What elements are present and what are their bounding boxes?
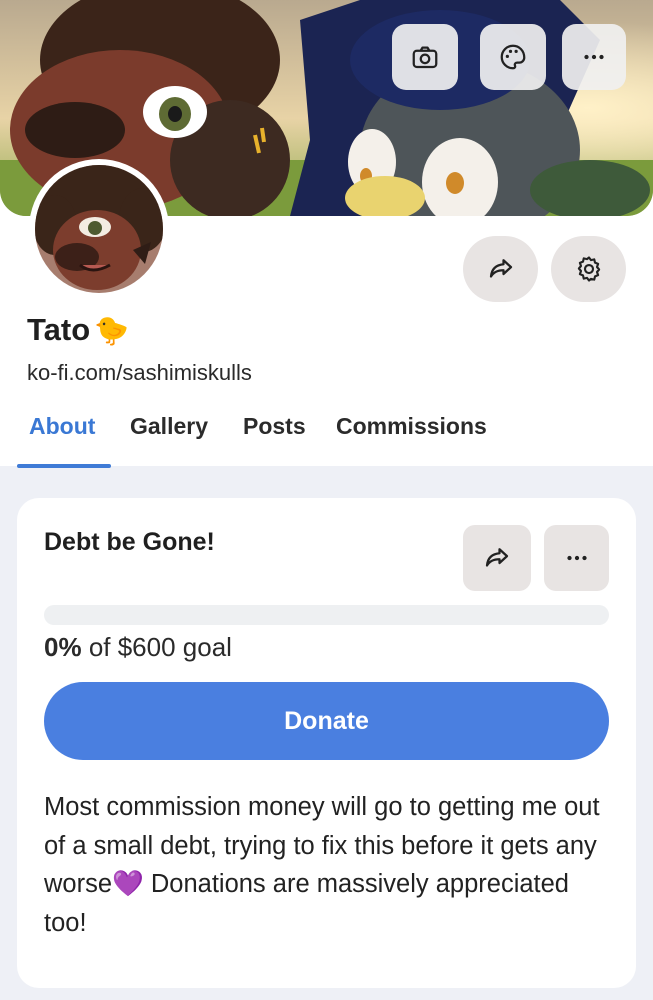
- tab-about[interactable]: About: [29, 413, 95, 440]
- share-icon: [485, 548, 509, 567]
- change-cover-button[interactable]: [392, 24, 458, 90]
- profile-name-text: Tato: [27, 312, 91, 347]
- chick-emoji: 🐤: [94, 314, 130, 346]
- goal-percent: 0%: [44, 632, 82, 662]
- goal-card: Debt be Gone! 0% of $600 goal Donate Mos…: [17, 498, 636, 988]
- more-icon: [584, 54, 604, 60]
- donate-button[interactable]: Donate: [44, 682, 609, 760]
- active-tab-indicator: [17, 464, 111, 468]
- share-icon: [489, 259, 512, 278]
- goal-summary: 0% of $600 goal: [44, 632, 232, 663]
- tab-posts[interactable]: Posts: [243, 413, 306, 440]
- goal-description: Most commission money will go to getting…: [44, 793, 600, 937]
- theme-button[interactable]: [480, 24, 546, 90]
- avatar[interactable]: [29, 159, 169, 299]
- profile-more-button[interactable]: [562, 24, 626, 90]
- profile-url[interactable]: ko-fi.com/sashimiskulls: [27, 360, 252, 386]
- tab-gallery[interactable]: Gallery: [130, 413, 208, 440]
- settings-button[interactable]: [551, 236, 626, 302]
- more-icon: [566, 555, 587, 561]
- share-goal-button[interactable]: [463, 525, 531, 591]
- goal-target-text: of $600 goal: [88, 632, 232, 662]
- profile-header: Tato 🐤 ko-fi.com/sashimiskulls About Gal…: [0, 0, 653, 468]
- goal-more-button[interactable]: [544, 525, 609, 591]
- tab-commissions[interactable]: Commissions: [336, 413, 487, 440]
- gear-icon: [577, 256, 600, 282]
- profile-tabs: About Gallery Posts Commissions: [0, 405, 653, 468]
- goal-title: Debt be Gone!: [44, 528, 215, 556]
- palette-icon: [500, 44, 526, 70]
- share-profile-button[interactable]: [463, 236, 538, 302]
- profile-name: Tato 🐤: [27, 312, 129, 348]
- goal-progress-bar: [44, 605, 609, 625]
- camera-icon: [412, 46, 438, 69]
